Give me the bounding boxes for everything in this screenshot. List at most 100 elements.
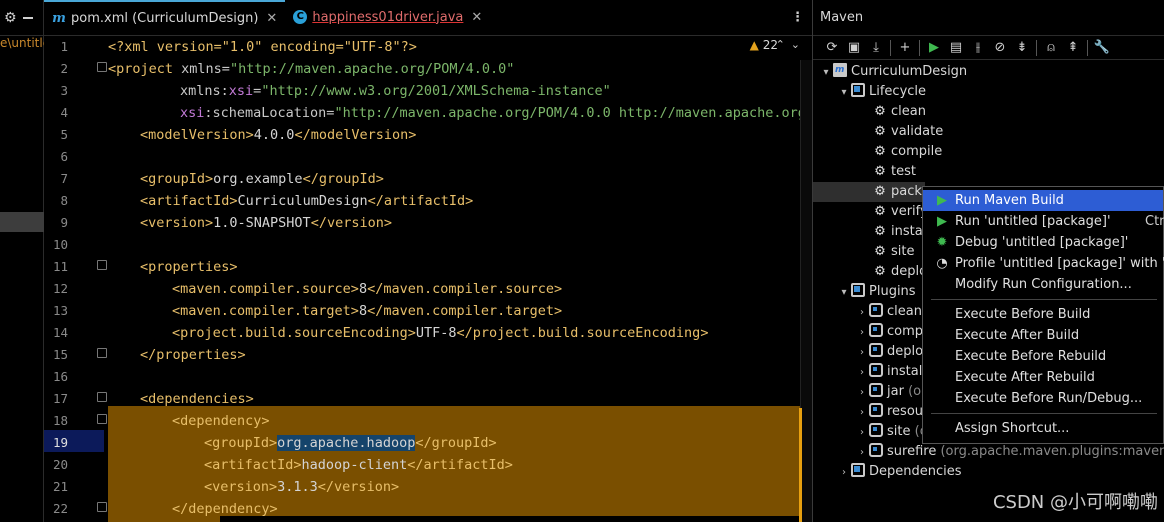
lifecycle-item-install[interactable]: ⚙ instal <box>873 222 926 242</box>
xml-attr: :schemaLocation= <box>204 105 335 121</box>
lifecycle-item-package[interactable]: ⚙ packa <box>813 182 930 202</box>
menu-execute-after-build[interactable]: Execute After Build <box>923 325 1163 346</box>
xml-tag: <dependencies> <box>140 391 254 407</box>
menu-separator <box>931 299 1157 300</box>
code-line-18: <dependency> <box>172 410 270 432</box>
line-number: 3 <box>60 83 68 98</box>
plugin-compiler[interactable]: › comp <box>855 322 923 342</box>
lifecycle-item-clean[interactable]: ⚙ clean <box>873 102 926 122</box>
chevron-right-icon[interactable]: › <box>855 423 869 443</box>
plugin-install[interactable]: › instal <box>855 362 922 382</box>
xml-tag: </artifactId> <box>407 457 513 473</box>
xml-attr: xmlns= <box>181 61 230 77</box>
close-icon[interactable]: ✕ <box>266 11 277 26</box>
tree-label: deplo <box>887 344 924 359</box>
lifecycle-item-site[interactable]: ⚙ site <box>873 242 914 262</box>
menu-execute-after-rebuild[interactable]: Execute After Rebuild <box>923 367 1163 388</box>
line-number: 11 <box>52 259 68 274</box>
lifecycle-item-test[interactable]: ⚙ test <box>873 162 916 182</box>
plugin-jar[interactable]: › jar (o <box>855 382 921 402</box>
plugin-icon <box>869 323 883 337</box>
xml-text: CurriculumDesign <box>237 193 368 209</box>
chevron-right-icon[interactable]: › <box>855 303 869 323</box>
menu-profile-untitled[interactable]: ◔ Profile 'untitled [package]' with 'Inte <box>923 253 1164 274</box>
menu-assign-shortcut[interactable]: Assign Shortcut... <box>923 418 1163 439</box>
menu-modify-run-config[interactable]: Modify Run Configuration... <box>923 274 1163 295</box>
plugin-icon <box>869 443 883 457</box>
xml-tag: </groupId> <box>302 171 384 187</box>
tree-dependencies[interactable]: › Dependencies <box>837 462 962 482</box>
menu-execute-before-run-debug[interactable]: Execute Before Run/Debug... <box>923 388 1163 409</box>
reload-icon[interactable]: ⟳ <box>821 38 843 58</box>
tree-label: instal <box>887 364 923 379</box>
line-number: 22 <box>52 501 68 516</box>
menu-debug-untitled[interactable]: ✹ Debug 'untitled [package]' <box>923 232 1163 253</box>
fold-marker[interactable] <box>97 348 107 358</box>
chevron-right-icon[interactable]: › <box>855 343 869 363</box>
fold-marker[interactable] <box>97 414 107 424</box>
add-icon[interactable]: + <box>894 38 916 58</box>
nav-arrows[interactable]: ⌃⌄ <box>776 38 806 51</box>
tree-plugins[interactable]: ▾ Plugins <box>837 282 916 302</box>
xml-tag: <properties> <box>140 259 238 275</box>
lifecycle-item-compile[interactable]: ⚙ compile <box>873 142 942 162</box>
tab-pom-xml[interactable]: m pom.xml (CurriculumDesign) ✕ <box>44 0 286 35</box>
lifecycle-item-validate[interactable]: ⚙ validate <box>873 122 943 142</box>
chevron-down-icon[interactable]: ▾ <box>819 63 833 83</box>
minimize-icon[interactable] <box>23 16 33 19</box>
plugin-surefire[interactable]: › surefire (org.apache.maven.plugins:mave… <box>855 442 1164 462</box>
execute-goal-icon[interactable]: ▤ <box>945 38 967 58</box>
menu-execute-before-rebuild[interactable]: Execute Before Rebuild <box>923 346 1163 367</box>
chevron-down-icon[interactable]: ▾ <box>837 283 851 303</box>
tab-happiness01driver[interactable]: C happiness01driver.java ✕ <box>285 0 490 35</box>
chevron-right-icon[interactable]: › <box>837 463 851 483</box>
chevron-right-icon[interactable]: › <box>855 363 869 383</box>
fold-marker[interactable] <box>97 502 107 512</box>
fold-marker[interactable] <box>97 62 107 72</box>
project-path-fragment[interactable]: e\untitle <box>0 36 44 50</box>
chevron-right-icon[interactable]: › <box>855 403 869 423</box>
tab-label: pom.xml (CurriculumDesign) <box>71 11 259 26</box>
code-line-12: <maven.compiler.source>8</maven.compiler… <box>172 278 562 300</box>
xml-text: 8 <box>358 281 368 297</box>
menu-run-maven-build[interactable]: ▶ Run Maven Build <box>923 190 1163 211</box>
expand-icon[interactable]: ⇞ <box>1062 38 1084 58</box>
tree-label: validate <box>891 124 944 139</box>
chevron-down-icon[interactable]: ▾ <box>837 83 851 103</box>
wrench-icon[interactable]: 🔧 <box>1091 38 1113 58</box>
code-line-15: </properties> <box>140 344 246 366</box>
tree-label: comp <box>887 324 924 339</box>
toggle-offline-icon[interactable]: ⫲ <box>967 38 989 58</box>
more-tabs-icon[interactable]: ⋮ <box>791 10 804 25</box>
gear-icon[interactable]: ⚙ <box>4 10 17 26</box>
plugin-deploy[interactable]: › deplo <box>855 342 923 362</box>
run-icon: ▶ <box>937 193 947 208</box>
plugin-clean[interactable]: › clean <box>855 302 922 322</box>
lifecycle-item-deploy[interactable]: ⚙ deplo <box>873 262 927 282</box>
chevron-right-icon[interactable]: › <box>855 323 869 343</box>
tree-lifecycle[interactable]: ▾ Lifecycle <box>837 82 926 102</box>
tree-project[interactable]: ▾ CurriculumDesign <box>819 60 967 83</box>
code-editor[interactable]: ▲ 22 ⌃⌄ 1 2 3 4 5 6 7 8 9 10 11 12 13 14… <box>44 36 812 522</box>
fold-marker[interactable] <box>97 260 107 270</box>
plugin-site[interactable]: › site (o <box>855 422 928 442</box>
chevron-right-icon[interactable]: › <box>855 443 869 463</box>
code-line-17: <dependencies> <box>140 388 254 410</box>
class-icon: C <box>293 10 308 24</box>
warnings-indicator[interactable]: ▲ 22 <box>750 38 778 52</box>
run-icon[interactable]: ▶ <box>923 38 945 58</box>
project-selected-row[interactable] <box>0 212 44 232</box>
menu-execute-before-build[interactable]: Execute Before Build <box>923 304 1163 325</box>
plugin-resources[interactable]: › resou <box>855 402 923 422</box>
close-icon[interactable]: ✕ <box>471 10 482 25</box>
xml-namespace: xsi <box>180 105 205 121</box>
fold-marker[interactable] <box>97 392 107 402</box>
download-icon[interactable]: ⤓ <box>865 38 887 58</box>
chevron-right-icon[interactable]: › <box>855 383 869 403</box>
dependencies-icon[interactable]: ⍝ <box>1040 38 1062 58</box>
collapse-icon[interactable]: ⇟ <box>1011 38 1033 58</box>
lifecycle-item-verify[interactable]: ⚙ verify <box>873 202 928 222</box>
skip-tests-icon[interactable]: ⊘ <box>989 38 1011 58</box>
add-folder-icon[interactable]: ▣ <box>843 38 865 58</box>
menu-run-untitled[interactable]: ▶ Run 'untitled [package]' Ctrl <box>923 211 1164 232</box>
